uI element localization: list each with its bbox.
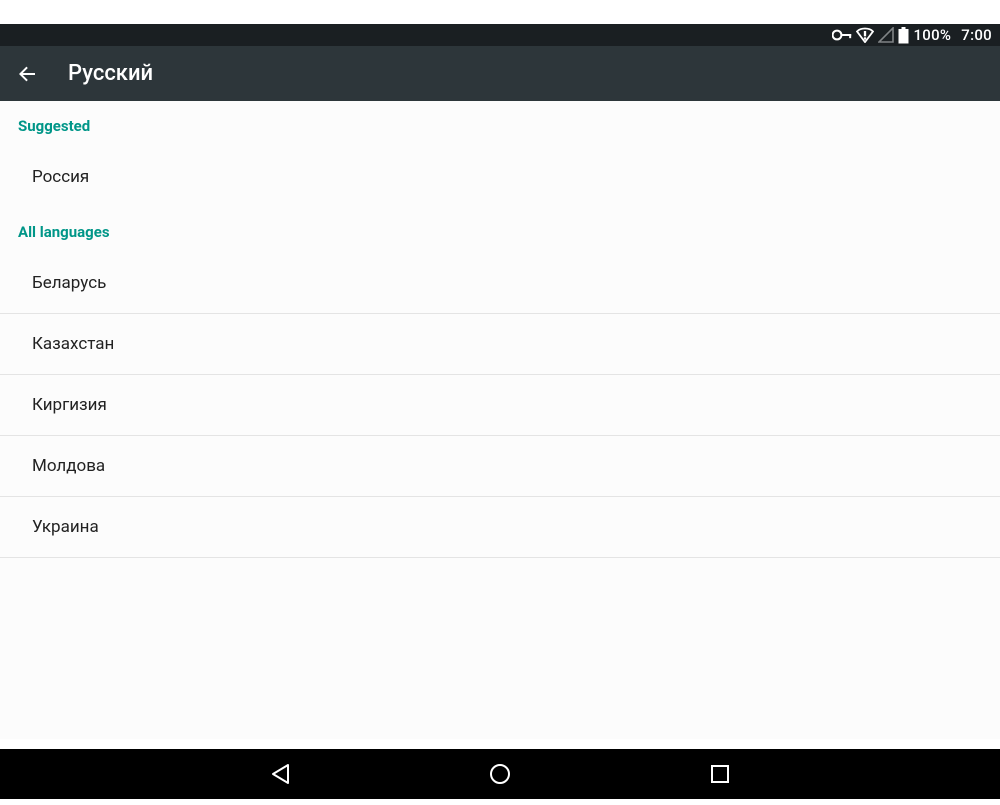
wifi-icon: [856, 27, 874, 43]
circle-home-icon: [488, 762, 512, 786]
nav-bar-area: [0, 739, 1000, 799]
list-item[interactable]: Молдова: [0, 436, 1000, 496]
status-bar: 100% 7:00: [0, 24, 1000, 46]
list-item[interactable]: Украина: [0, 497, 1000, 557]
nav-home-button[interactable]: [485, 759, 515, 789]
nav-back-button[interactable]: [265, 759, 295, 789]
nav-separator: [0, 739, 1000, 749]
back-button[interactable]: [14, 61, 40, 87]
vpn-key-icon: [832, 29, 852, 41]
cellular-signal-icon: [878, 27, 894, 43]
language-list[interactable]: Suggested Россия All languages Беларусь …: [0, 101, 1000, 739]
navigation-bar: [0, 749, 1000, 799]
nav-recents-button[interactable]: [705, 759, 735, 789]
clock-text: 7:00: [961, 26, 992, 44]
list-item[interactable]: Киргизия: [0, 375, 1000, 435]
app-bar: Русский: [0, 46, 1000, 101]
section-header-suggested: Suggested: [0, 101, 1000, 147]
top-gap: [0, 0, 1000, 24]
section-header-all: All languages: [0, 207, 1000, 253]
battery-icon: [898, 27, 909, 44]
list-item[interactable]: Казахстан: [0, 314, 1000, 374]
list-item[interactable]: Беларусь: [0, 253, 1000, 313]
divider: [0, 557, 1000, 558]
battery-percent-text: 100%: [913, 26, 951, 44]
arrow-left-icon: [15, 62, 39, 86]
triangle-back-icon: [269, 762, 291, 786]
screen: 100% 7:00 Русский Suggested Россия All l…: [0, 0, 1000, 805]
app-bar-title: Русский: [68, 61, 153, 86]
square-recents-icon: [709, 763, 731, 785]
bottom-gap: [0, 799, 1000, 805]
list-item[interactable]: Россия: [0, 147, 1000, 207]
